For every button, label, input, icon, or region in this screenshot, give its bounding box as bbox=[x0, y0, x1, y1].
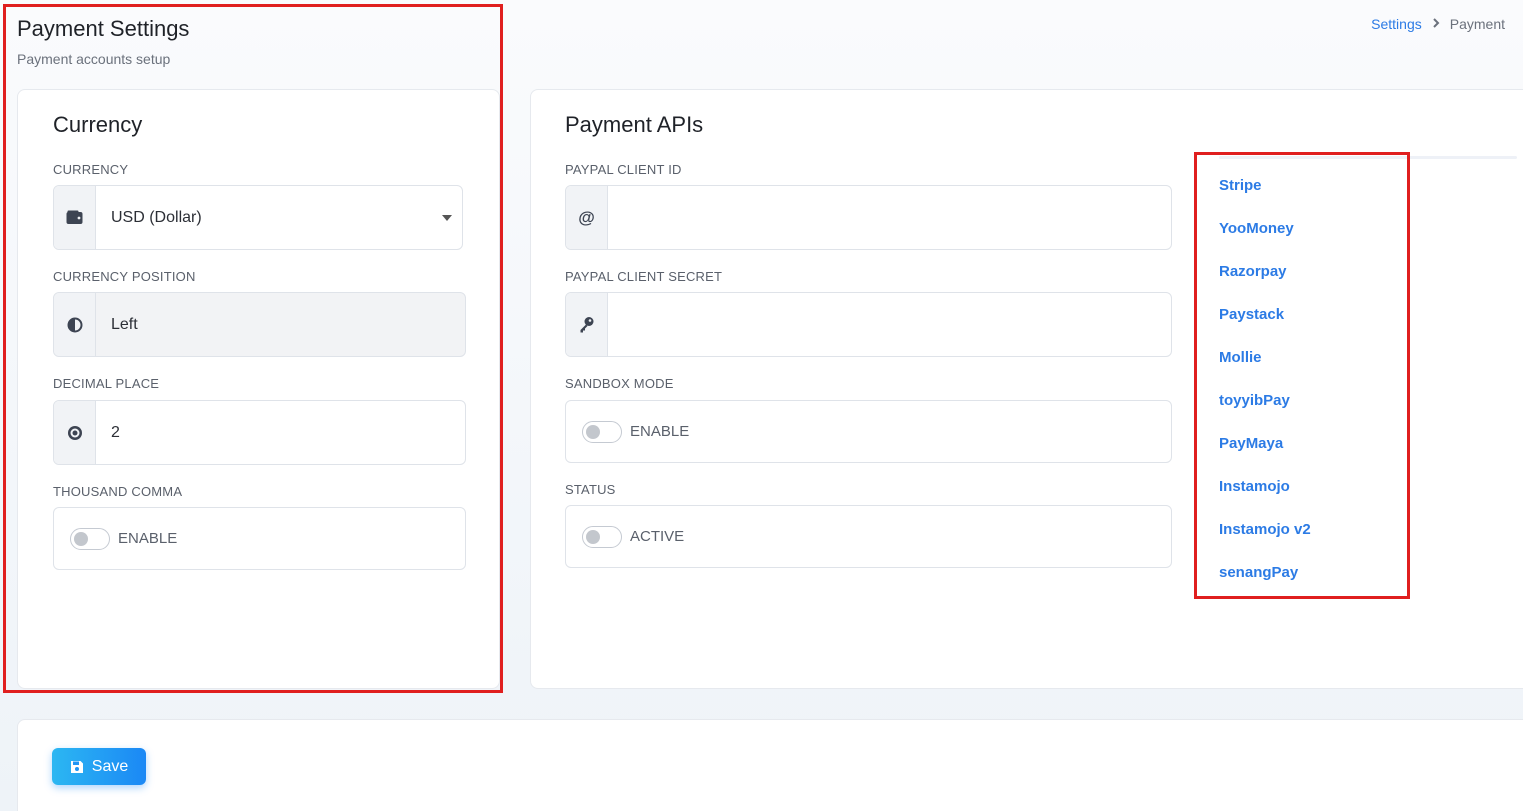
switch-knob bbox=[586, 529, 600, 544]
currency-value[interactable]: USD (Dollar) bbox=[96, 186, 462, 249]
sandbox-mode-label: SANDBOX MODE bbox=[565, 376, 674, 391]
decimal-place-input[interactable]: 2 bbox=[53, 400, 466, 465]
switch-knob bbox=[586, 424, 600, 439]
gateway-toyyibpay[interactable]: toyyibPay bbox=[1219, 379, 1517, 422]
thousand-comma-toggle-text: ENABLE bbox=[118, 530, 178, 547]
decimal-place-label: DECIMAL PLACE bbox=[53, 376, 160, 391]
half-circle-icon bbox=[54, 293, 96, 356]
caret-down-icon bbox=[442, 214, 452, 221]
currency-position-label: CURRENCY POSITION bbox=[53, 269, 196, 284]
page-title: Payment Settings bbox=[17, 16, 190, 41]
currency-card-title: Currency bbox=[53, 112, 143, 137]
gateway-instamojo-v2[interactable]: Instamojo v2 bbox=[1219, 508, 1517, 551]
paypal-client-id-input[interactable] bbox=[623, 186, 1171, 249]
save-button[interactable]: Save bbox=[52, 748, 146, 785]
thousand-comma-switch[interactable] bbox=[70, 527, 110, 550]
gateway-razorpay[interactable]: Razorpay bbox=[1219, 250, 1517, 293]
paypal-client-secret-label: PAYPAL CLIENT SECRET bbox=[565, 269, 723, 284]
currency-card: Currency CURRENCY USD (Dollar) CURRENCY … bbox=[17, 89, 500, 689]
payment-apis-title: Payment APIs bbox=[565, 112, 704, 137]
gateway-stripe[interactable]: Stripe bbox=[1219, 164, 1517, 207]
currency-selected: USD (Dollar) bbox=[111, 208, 202, 226]
thousand-comma-label: THOUSAND COMMA bbox=[53, 484, 183, 499]
paypal-client-secret-field bbox=[565, 292, 1172, 357]
paypal-client-id-field: @ bbox=[565, 185, 1172, 250]
gateway-paymaya[interactable]: PayMaya bbox=[1219, 422, 1517, 465]
footer-card bbox=[17, 719, 1523, 811]
key-icon bbox=[566, 293, 608, 356]
currency-position-value: Left bbox=[111, 315, 138, 333]
status-toggle-text: ACTIVE bbox=[630, 528, 685, 545]
sandbox-mode-switch[interactable] bbox=[582, 420, 622, 443]
decimal-place-value[interactable]: 2 bbox=[96, 401, 465, 464]
status-label: STATUS bbox=[565, 482, 616, 497]
payment-settings-page: Payment Settings Payment accounts setup … bbox=[0, 0, 1523, 811]
gateway-paystack[interactable]: Paystack bbox=[1219, 293, 1517, 336]
save-button-label: Save bbox=[91, 757, 129, 775]
page-subtitle: Payment accounts setup bbox=[17, 51, 171, 67]
gateway-instamojo[interactable]: Instamojo bbox=[1219, 465, 1517, 508]
paypal-client-secret-input[interactable] bbox=[623, 293, 1171, 356]
wallet-icon bbox=[54, 186, 96, 249]
gateway-mollie[interactable]: Mollie bbox=[1219, 336, 1517, 379]
status-switch[interactable] bbox=[582, 525, 622, 548]
breadcrumb-current: Payment bbox=[1449, 16, 1505, 32]
breadcrumb-settings-link[interactable]: Settings bbox=[1371, 16, 1422, 32]
switch-knob bbox=[74, 531, 88, 546]
gateway-list: Stripe YooMoney Razorpay Paystack Mollie… bbox=[1219, 156, 1517, 594]
breadcrumb: Settings Payment bbox=[1371, 16, 1505, 32]
gateway-yoomoney[interactable]: YooMoney bbox=[1219, 207, 1517, 250]
at-icon: @ bbox=[566, 186, 608, 249]
payment-apis-card: Payment APIs PAYPAL CLIENT ID @ PAYPAL C… bbox=[530, 89, 1523, 689]
gateway-senangpay[interactable]: senangPay bbox=[1219, 551, 1517, 594]
thousand-comma-toggle-box: ENABLE bbox=[53, 507, 466, 570]
status-toggle-box: ACTIVE bbox=[565, 505, 1172, 568]
sandbox-mode-toggle-text: ENABLE bbox=[630, 423, 690, 440]
currency-select[interactable]: USD (Dollar) bbox=[53, 185, 463, 250]
currency-label: CURRENCY bbox=[53, 162, 129, 177]
currency-position-field[interactable]: Left bbox=[53, 292, 466, 357]
dot-circle-icon bbox=[54, 401, 96, 464]
chevron-right-icon bbox=[1432, 17, 1440, 31]
floppy-disk-icon bbox=[70, 760, 83, 773]
sandbox-mode-toggle-box: ENABLE bbox=[565, 400, 1172, 463]
paypal-client-id-label: PAYPAL CLIENT ID bbox=[565, 162, 682, 177]
